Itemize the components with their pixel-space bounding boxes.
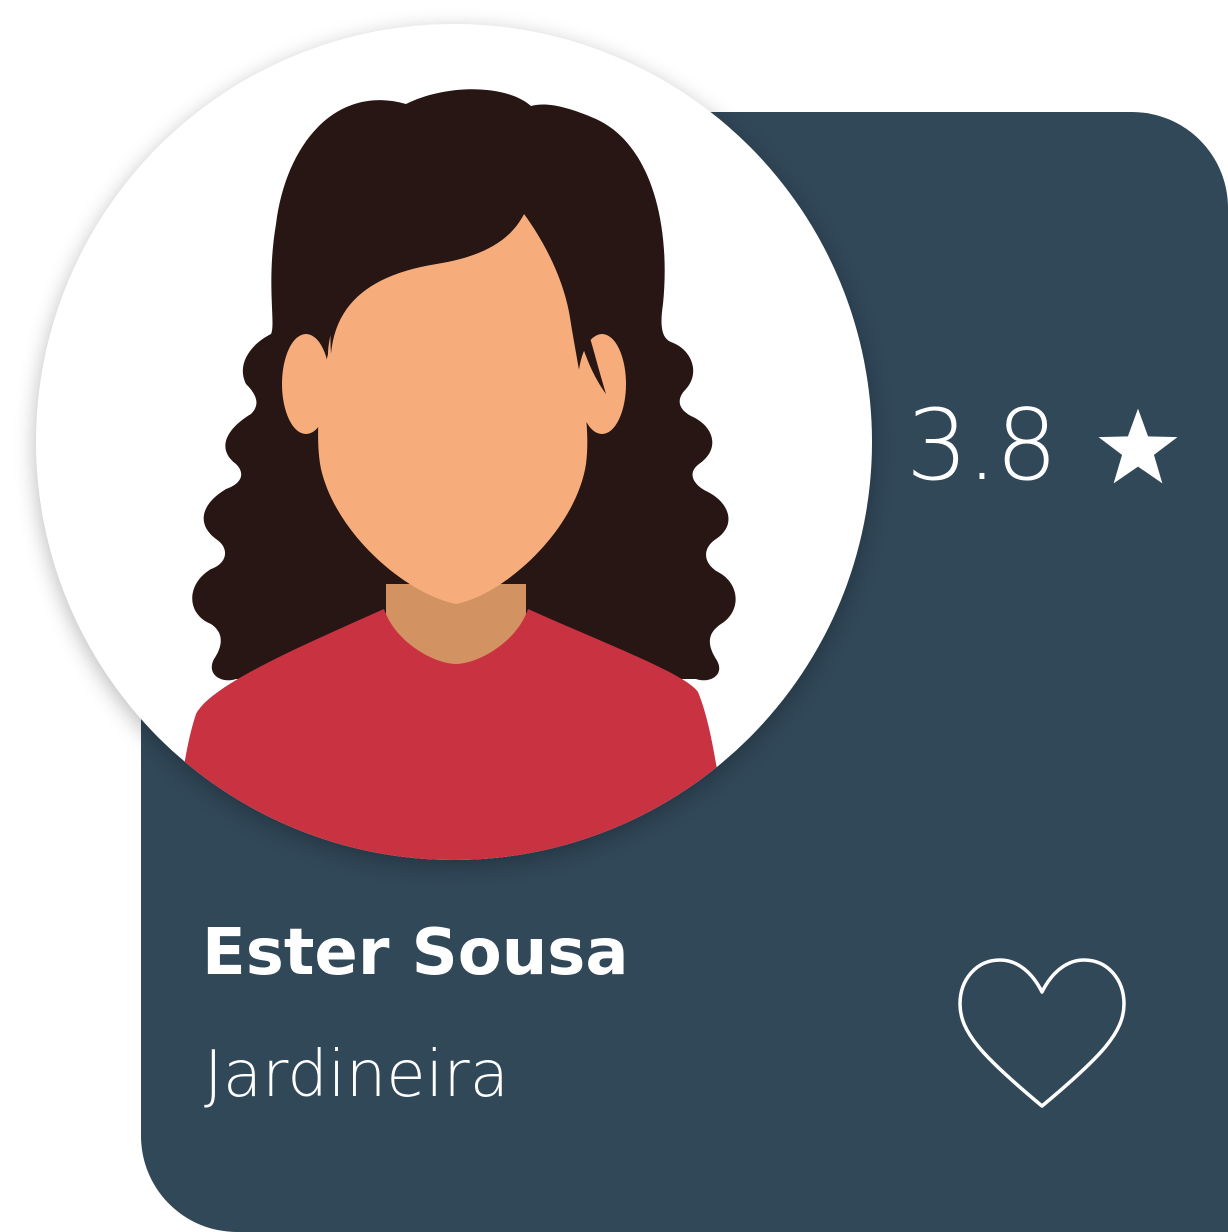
- avatar-illustration: [166, 89, 736, 860]
- heart-outline-icon: [958, 958, 1126, 1108]
- rating: 3.8: [906, 386, 1180, 506]
- person-role: Jardineira: [204, 1038, 509, 1112]
- avatar: [36, 24, 872, 860]
- rating-value: 3.8: [906, 389, 1058, 503]
- favorite-button[interactable]: [952, 952, 1132, 1114]
- star-icon: [1098, 408, 1178, 484]
- person-name: Ester Sousa: [202, 916, 629, 990]
- profile-card-screen: 3.8 Ester Sousa Jardineira: [0, 0, 1228, 1232]
